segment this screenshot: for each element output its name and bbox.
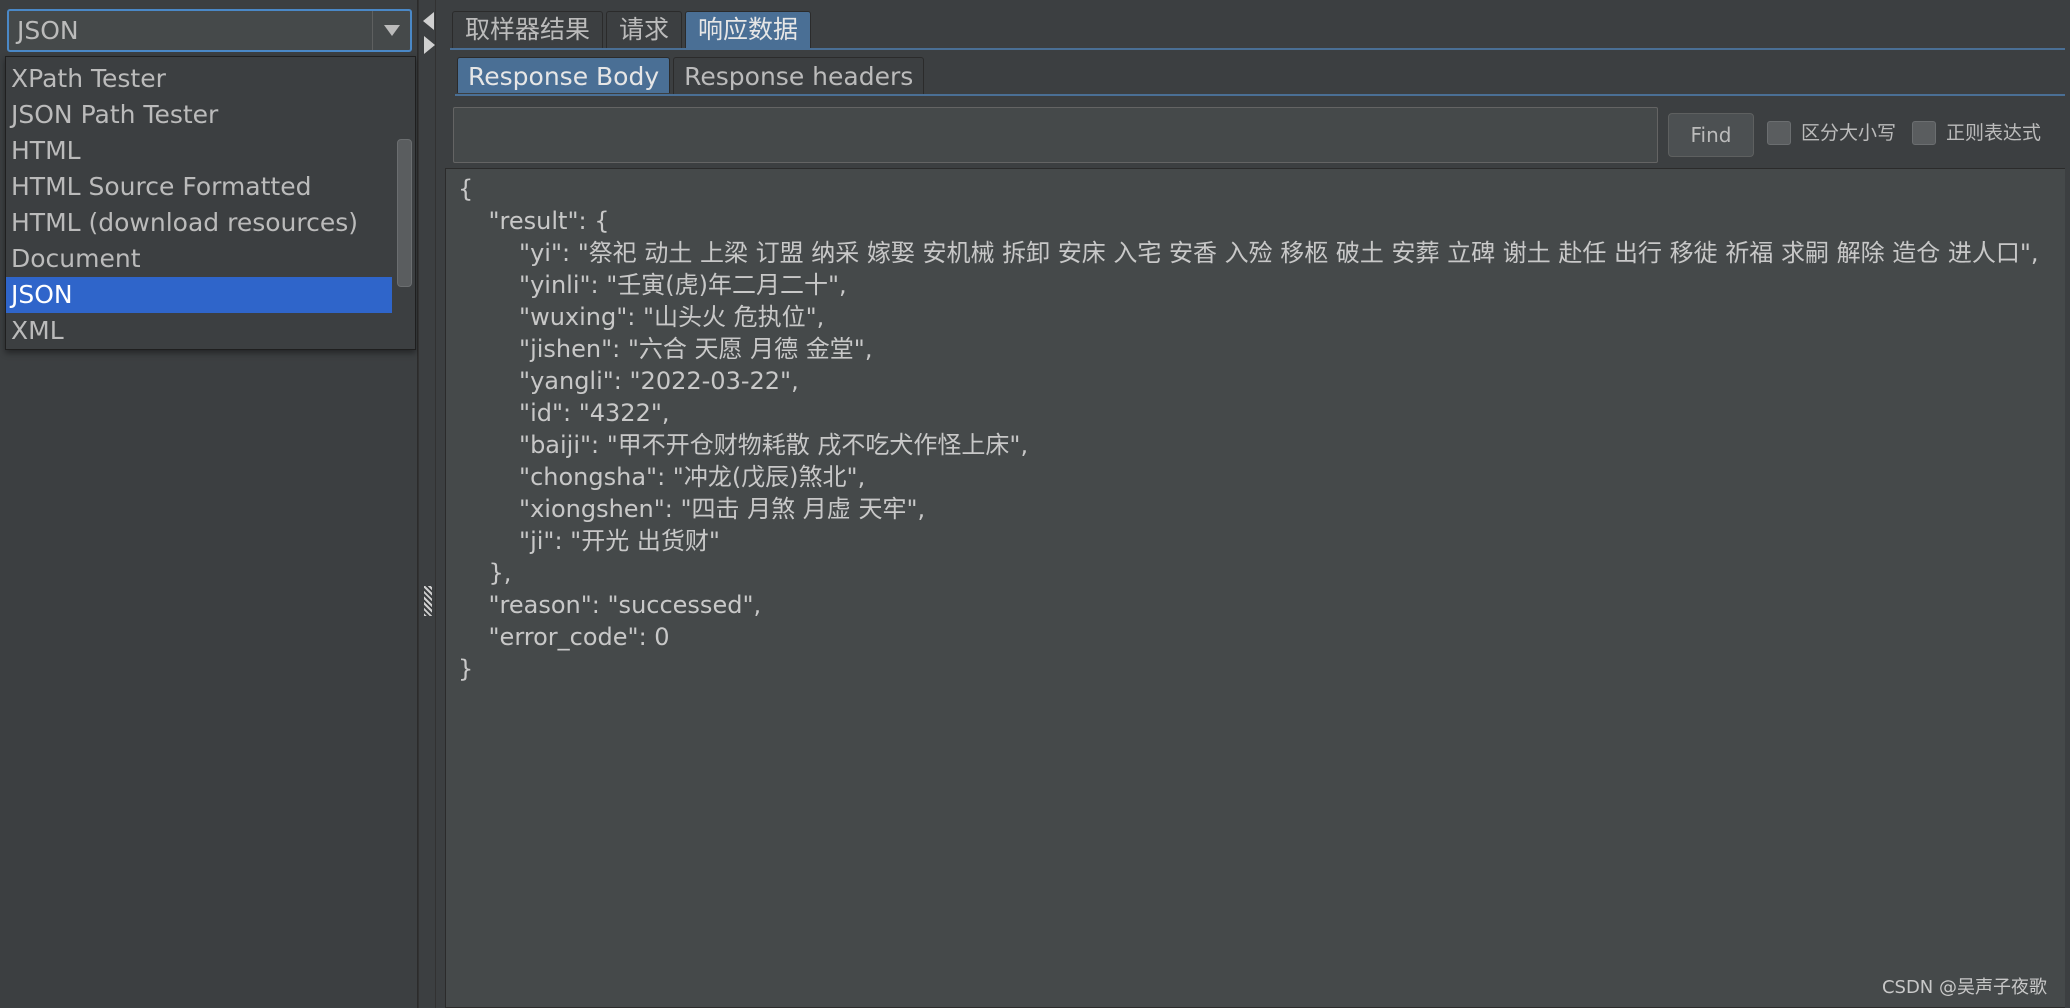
- watermark: CSDN @吴声子夜歌: [1881, 977, 2047, 998]
- renderer-combobox[interactable]: JSON: [7, 9, 412, 52]
- renderer-option[interactable]: XML: [6, 313, 392, 349]
- expand-right-icon[interactable]: [424, 36, 435, 54]
- renderer-combobox-value: JSON: [17, 16, 79, 45]
- chevron-down-icon: [383, 25, 400, 36]
- tab-response-0[interactable]: Response Body: [457, 57, 671, 93]
- renderer-option[interactable]: JSON Path Tester: [6, 97, 392, 133]
- case-sensitive-label: 区分大小写: [1801, 122, 1897, 144]
- response-body-text: { "result": { "yi": "祭祀 动土 上梁 订盟 纳采 嫁娶 安…: [458, 175, 2039, 683]
- search-input[interactable]: [453, 107, 1658, 163]
- subtab-underline: [455, 94, 2065, 96]
- collapse-left-icon[interactable]: [423, 12, 434, 30]
- combobox-dropdown-button[interactable]: [372, 11, 410, 50]
- result-panel: 取样器结果 请求 响应数据 Response Body Response header…: [437, 0, 2070, 1008]
- renderer-options: XPath Tester JSON Path Tester HTML HTML Sou…: [6, 61, 392, 349]
- regex-checkbox[interactable]: [1912, 121, 1936, 145]
- regex-label: 正则表达式: [1946, 122, 2042, 144]
- tab-main-2[interactable]: 响应数据: [685, 11, 812, 49]
- tab-main-1[interactable]: 请求: [606, 11, 683, 49]
- tab-underline: [450, 48, 2065, 50]
- renderer-option[interactable]: XPath Tester: [6, 61, 392, 97]
- find-button[interactable]: Find: [1668, 113, 1754, 157]
- renderer-option[interactable]: Document: [6, 241, 392, 277]
- response-body-area[interactable]: { "result": { "yi": "祭祀 动土 上梁 订盟 纳采 嫁娶 安…: [445, 168, 2065, 1008]
- tab-response-1[interactable]: Response headers: [673, 57, 925, 95]
- renderer-option[interactable]: HTML: [6, 133, 392, 169]
- tab-main-0[interactable]: 取样器结果: [452, 11, 604, 49]
- panel-splitter[interactable]: [418, 0, 436, 1008]
- response-tabs: Response Body Response headers: [457, 57, 927, 95]
- dropdown-scrollbar-thumb[interactable]: [397, 139, 412, 287]
- renderer-option[interactable]: HTML (download resources): [6, 205, 392, 241]
- renderer-option[interactable]: JSON: [6, 277, 392, 313]
- renderer-panel: JSON XPath Tester JSON Path Tester HTML HTM…: [0, 0, 418, 1008]
- main-tabs: 取样器结果 请求 响应数据: [452, 11, 814, 49]
- renderer-option[interactable]: HTML Source Formatted: [6, 169, 392, 205]
- splitter-grip-icon[interactable]: [424, 586, 432, 616]
- case-sensitive-checkbox[interactable]: [1767, 121, 1791, 145]
- renderer-dropdown-list: XPath Tester JSON Path Tester HTML HTML Sou…: [5, 56, 416, 350]
